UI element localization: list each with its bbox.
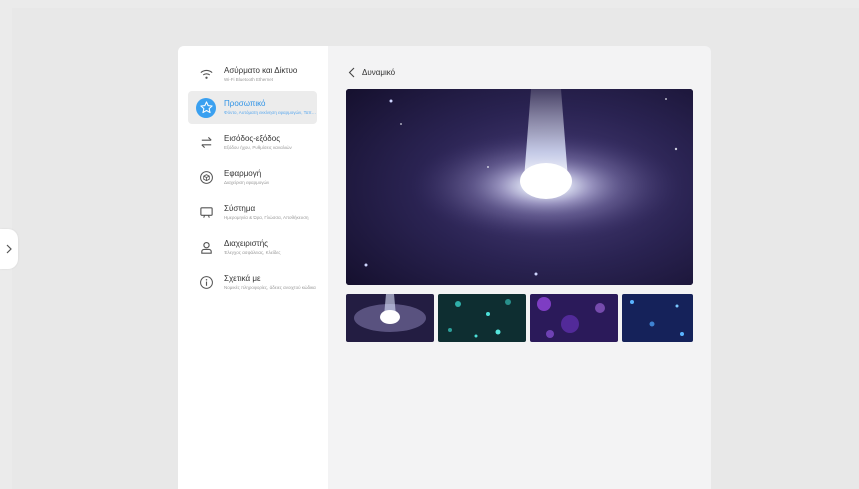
sidebar-item-subtitle: Φόντο, Αυτόματη εκκίνηση εφαρμογών, Ταπε… xyxy=(224,110,317,115)
settings-sidebar: Ασύρματο και Δίκτυο Wi-Fi Bluetooth Ethe… xyxy=(178,46,328,489)
galaxy-thumbnail-image xyxy=(346,294,434,342)
wifi-icon xyxy=(196,65,216,85)
sidebar-item-subtitle: Διαχείριση εφαρμογών xyxy=(224,180,270,185)
sidebar-item-title: Ασύρματο και Δίκτυο xyxy=(224,66,298,75)
galaxy-wallpaper-image xyxy=(346,89,693,285)
wallpaper-thumbnail[interactable] xyxy=(622,294,693,342)
sidebar-item-application[interactable]: Εφαρμογή Διαχείριση εφαρμογών xyxy=(188,161,317,194)
wallpaper-preview xyxy=(346,89,693,285)
sidebar-item-subtitle: Εξόδου ήχου, Ρυθμίσεις καναλιών xyxy=(224,145,292,150)
wallpaper-thumbnail[interactable] xyxy=(438,294,526,342)
purple-bokeh-thumbnail-image xyxy=(530,294,618,342)
sidebar-item-title: Εφαρμογή xyxy=(224,169,262,178)
sidebar-item-title: Προσωπικό xyxy=(224,99,266,108)
page-title: Δυναμικό xyxy=(362,67,396,77)
info-icon xyxy=(196,273,216,293)
swap-icon xyxy=(196,133,216,153)
teal-particles-thumbnail-image xyxy=(438,294,526,342)
wallpaper-content: Δυναμικό xyxy=(328,46,711,489)
wallpaper-thumbnails xyxy=(346,294,693,342)
chevron-right-icon xyxy=(6,244,12,254)
sidebar-item-wireless-network[interactable]: Ασύρματο και Δίκτυο Wi-Fi Bluetooth Ethe… xyxy=(188,58,317,91)
wallpaper-thumbnail[interactable] xyxy=(346,294,434,342)
side-drawer-handle[interactable] xyxy=(0,229,18,269)
sidebar-item-title: Σύστημα xyxy=(224,204,256,213)
sidebar-item-about[interactable]: Σχετικά με Νομικές πληροφορίες, άδειες α… xyxy=(188,266,317,299)
sidebar-item-input-output[interactable]: Εισόδος-εξόδος Εξόδου ήχου, Ρυθμίσεις κα… xyxy=(188,126,317,159)
blue-particles-thumbnail-image xyxy=(622,294,693,342)
sidebar-item-subtitle: Έλεγχος ασφάλειας, Κλείδες xyxy=(224,250,281,255)
cube-icon xyxy=(196,168,216,188)
sidebar-item-title: Διαχειριστής xyxy=(224,239,269,248)
monitor-icon xyxy=(196,203,216,223)
settings-panel: Ασύρματο και Δίκτυο Wi-Fi Bluetooth Ethe… xyxy=(178,46,711,489)
sidebar-item-administrator[interactable]: Διαχειριστής Έλεγχος ασφάλειας, Κλείδες xyxy=(188,231,317,264)
sidebar-item-subtitle: Νομικές πληροφορίες, άδειες ανοιχτού κώδ… xyxy=(224,285,316,290)
sidebar-item-title: Εισόδος-εξόδος xyxy=(224,134,281,143)
back-arrow-icon[interactable] xyxy=(348,66,356,78)
sidebar-item-subtitle: Wi-Fi Bluetooth Ethernet xyxy=(224,77,274,82)
user-icon xyxy=(196,238,216,258)
star-icon xyxy=(196,97,216,118)
sidebar-item-title: Σχετικά με xyxy=(224,274,261,283)
wallpaper-thumbnail[interactable] xyxy=(530,294,618,342)
sidebar-item-system[interactable]: Σύστημα Ημερομηνία & Ώρα, Γλώσσα, Αποθήκ… xyxy=(188,196,317,229)
content-header: Δυναμικό xyxy=(348,66,395,78)
sidebar-item-subtitle: Ημερομηνία & Ώρα, Γλώσσα, Αποθήκευση xyxy=(224,215,309,220)
sidebar-item-personal[interactable]: Προσωπικό Φόντο, Αυτόματη εκκίνηση εφαρμ… xyxy=(188,91,317,124)
